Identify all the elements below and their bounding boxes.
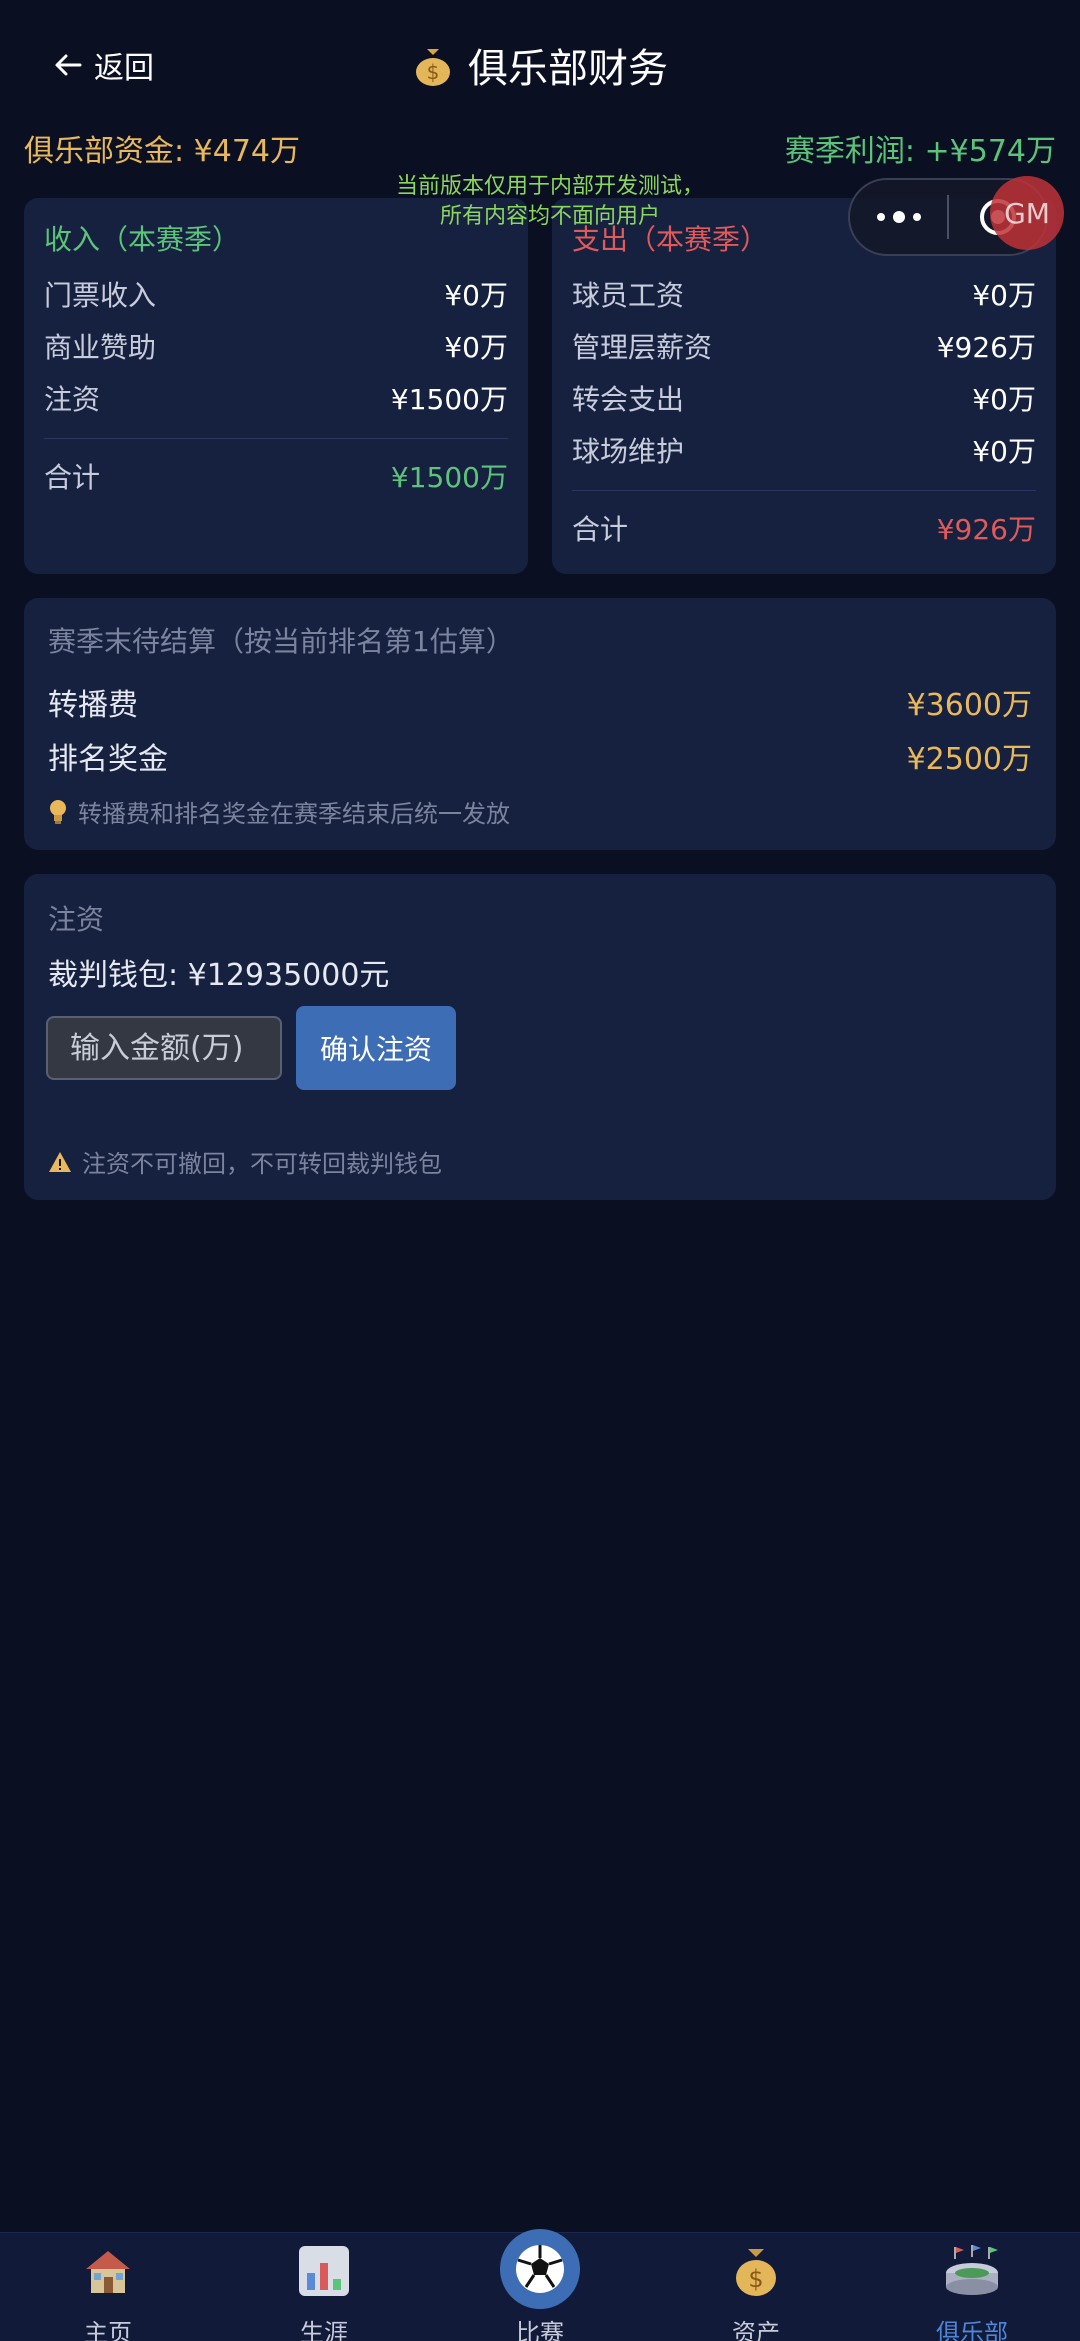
expense-total-value: ¥926万 — [936, 513, 1036, 546]
match-button — [500, 2229, 580, 2309]
tab-club[interactable]: 俱乐部 — [864, 2233, 1080, 2341]
income-title: 收入（本赛季） — [44, 223, 241, 256]
row-label: 转播费 — [48, 688, 138, 723]
expense-row: 球场维护 ¥0万 — [572, 430, 1036, 470]
income-card: 收入（本赛季） 门票收入 ¥0万 商业赞助 ¥0万 注资 ¥1500万 合计 ¥… — [24, 198, 528, 574]
amount-input[interactable] — [46, 1016, 282, 1080]
row-label: 注资 — [44, 383, 101, 416]
tab-label: 主页 — [84, 2319, 132, 2341]
income-row: 注资 ¥1500万 — [44, 378, 508, 418]
row-value: ¥0万 — [444, 279, 508, 312]
expense-row: 管理层薪资 ¥926万 — [572, 326, 1036, 366]
expense-row: 转会支出 ¥0万 — [572, 378, 1036, 418]
row-value: ¥0万 — [972, 383, 1036, 416]
tab-match[interactable]: 比赛 — [432, 2229, 648, 2341]
row-label: 转会支出 — [572, 383, 685, 416]
settlement-tip: 转播费和排名奖金在赛季结束后统一发放 — [48, 794, 510, 829]
soccer-ball-icon — [516, 2245, 564, 2293]
confirm-investment-button[interactable]: 确认注资 — [296, 1006, 456, 1090]
dev-notice: 当前版本仅用于内部开发测试， 所有内容均不面向用户 — [340, 172, 760, 232]
tab-label: 资产 — [732, 2319, 780, 2341]
tab-label: 比赛 — [516, 2319, 564, 2341]
header: 返回 $ 俱乐部财务 — [0, 0, 1080, 130]
bar-chart-icon — [299, 2246, 349, 2296]
total-label: 合计 — [572, 513, 629, 546]
settlement-card: 赛季末待结算（按当前排名第1估算） 转播费 ¥3600万 排名奖金 ¥2500万… — [24, 598, 1056, 850]
tab-label: 俱乐部 — [936, 2319, 1008, 2341]
row-label: 球场维护 — [572, 435, 685, 468]
investment-warning: 注资不可撤回，不可转回裁判钱包 — [48, 1144, 442, 1179]
gm-floating-button[interactable]: GM — [990, 176, 1064, 250]
expense-total-row: 合计 ¥926万 — [572, 508, 1036, 548]
tab-career[interactable]: 生涯 — [216, 2233, 432, 2341]
club-funds: 俱乐部资金: ¥474万 — [24, 134, 300, 169]
settlement-title: 赛季末待结算（按当前排名第1估算） — [48, 625, 514, 658]
income-total-row: 合计 ¥1500万 — [44, 456, 508, 496]
bottom-tab-bar: 主页 生涯 比赛 $ 资产 俱乐部 — [0, 2229, 1080, 2341]
income-row: 商业赞助 ¥0万 — [44, 326, 508, 366]
warning-text: 注资不可撤回，不可转回裁判钱包 — [82, 1150, 442, 1178]
money-bag-icon: $ — [416, 49, 450, 86]
divider — [572, 490, 1036, 491]
dev-notice-line: 当前版本仅用于内部开发测试， — [395, 174, 704, 199]
total-label: 合计 — [44, 461, 101, 494]
more-dots-icon — [892, 211, 905, 223]
investment-title: 注资 — [48, 903, 105, 936]
tab-home[interactable]: 主页 — [0, 2233, 216, 2341]
lightbulb-icon — [50, 799, 66, 824]
finance-summary: 俱乐部资金: ¥474万 赛季利润: +¥574万 — [24, 126, 1056, 170]
warning-icon — [49, 1151, 71, 1172]
settlement-row: 转播费 ¥3600万 — [48, 682, 1032, 723]
dev-notice-line: 所有内容均不面向用户 — [439, 204, 660, 229]
settlement-row: 排名奖金 ¥2500万 — [48, 736, 1032, 777]
stadium-icon — [946, 2245, 998, 2295]
row-value: ¥0万 — [972, 279, 1036, 312]
tab-assets[interactable]: $ 资产 — [648, 2233, 864, 2341]
club-finance-page: 返回 $ 俱乐部财务 俱乐部资金: ¥474万 赛季利润: +¥574万 收入（… — [0, 0, 1080, 2341]
title-text: 俱乐部财务 — [468, 46, 668, 92]
house-icon — [86, 2251, 130, 2293]
more-menu-button[interactable] — [850, 211, 947, 223]
row-value: ¥0万 — [444, 331, 508, 364]
page-title: $ 俱乐部财务 — [0, 36, 1080, 94]
more-dots-icon — [876, 213, 885, 221]
row-label: 门票收入 — [44, 279, 157, 312]
row-value: ¥0万 — [972, 435, 1036, 468]
money-bag-icon: $ — [736, 2249, 776, 2296]
svg-text:$: $ — [427, 60, 440, 84]
more-dots-icon — [912, 213, 921, 221]
referee-wallet: 裁判钱包: ¥12935000元 — [48, 958, 390, 993]
income-row: 门票收入 ¥0万 — [44, 274, 508, 314]
row-label: 管理层薪资 — [572, 331, 713, 364]
season-profit: 赛季利润: +¥574万 — [784, 134, 1056, 169]
svg-text:$: $ — [748, 2265, 763, 2293]
row-value: ¥2500万 — [906, 742, 1032, 777]
investment-card: 注资 裁判钱包: ¥12935000元 确认注资 注资不可撤回，不可转回裁判钱包 — [24, 874, 1056, 1200]
row-label: 排名奖金 — [48, 742, 168, 777]
income-total-value: ¥1500万 — [390, 461, 508, 494]
tip-text: 转播费和排名奖金在赛季结束后统一发放 — [78, 800, 510, 828]
tab-label: 生涯 — [300, 2319, 348, 2341]
row-value: ¥3600万 — [906, 688, 1032, 723]
row-label: 球员工资 — [572, 279, 685, 312]
row-value: ¥1500万 — [390, 383, 508, 416]
row-label: 商业赞助 — [44, 331, 157, 364]
row-value: ¥926万 — [936, 331, 1036, 364]
expense-row: 球员工资 ¥0万 — [572, 274, 1036, 314]
divider — [44, 438, 508, 439]
